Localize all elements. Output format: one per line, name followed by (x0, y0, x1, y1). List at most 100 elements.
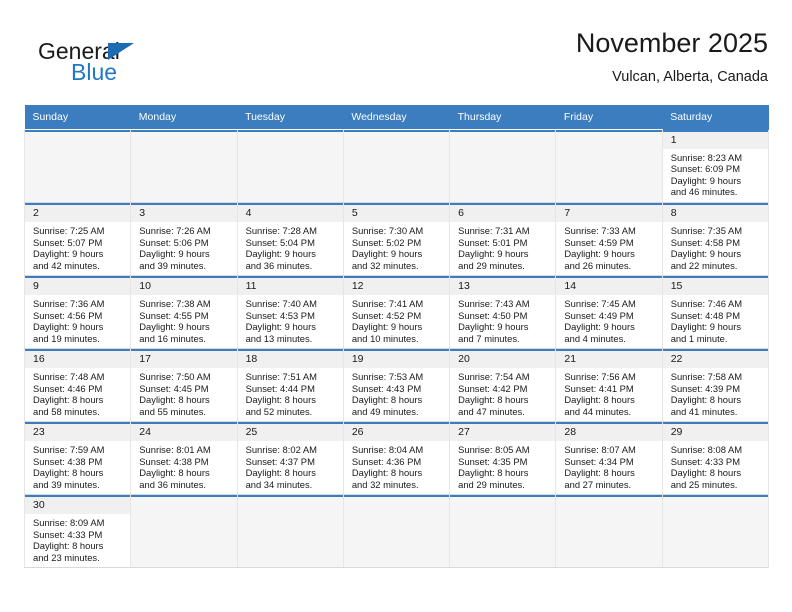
calendar-day-cell[interactable]: 19 Sunrise: 7:53 AM Sunset: 4:43 PM Dayligh… (342, 348, 451, 422)
day-detail-daylight-line1: Daylight: 8 hours (139, 467, 210, 479)
calendar-day-cell[interactable]: 23 Sunrise: 7:59 AM Sunset: 4:38 PM Dayligh… (23, 421, 132, 495)
calendar-day-cell[interactable]: 13 Sunrise: 7:43 AM Sunset: 4:50 PM Dayligh… (449, 275, 557, 349)
day-number: 15 (662, 276, 768, 295)
day-detail-daylight-line2: and 36 minutes. (245, 259, 313, 271)
calendar-day-cell[interactable]: 5 Sunrise: 7:30 AM Sunset: 5:02 PM Daylight… (342, 202, 451, 276)
calendar-day-cell[interactable]: 20 Sunrise: 7:54 AM Sunset: 4:42 PM Dayligh… (449, 348, 557, 422)
day-detail-sunset: Sunset: 4:34 PM (564, 455, 634, 467)
day-details: Sunrise: 7:58 AM Sunset: 4:39 PM Daylight:… (663, 368, 768, 417)
day-detail-sunrise: Sunrise: 7:30 AM (351, 225, 424, 236)
day-details: Sunrise: 7:38 AM Sunset: 4:55 PM Daylight:… (131, 295, 236, 344)
day-detail-sunset: Sunset: 4:49 PM (564, 309, 634, 321)
calendar-body: 1 Sunrise: 8:23 AM Sunset: 6:09 PM Daylight… (23, 129, 770, 568)
day-detail-daylight-line1: Daylight: 9 hours (245, 321, 316, 333)
calendar-day-cell[interactable]: 22 Sunrise: 7:58 AM Sunset: 4:39 PM Dayligh… (661, 348, 770, 422)
calendar-day-cell[interactable]: 17 Sunrise: 7:50 AM Sunset: 4:45 PM Dayligh… (130, 348, 238, 422)
day-detail-sunrise: Sunrise: 8:04 AM (351, 444, 424, 455)
day-number: 21 (556, 349, 662, 368)
calendar-day-cell[interactable]: 10 Sunrise: 7:38 AM Sunset: 4:55 PM Dayligh… (130, 275, 238, 349)
day-number: 7 (556, 203, 662, 222)
calendar-day-cell[interactable]: 26 Sunrise: 8:04 AM Sunset: 4:36 PM Dayligh… (342, 421, 451, 495)
calendar-day-cell[interactable]: 6 Sunrise: 7:31 AM Sunset: 5:01 PM Daylight… (449, 202, 557, 276)
calendar-day-cell[interactable]: 8 Sunrise: 7:35 AM Sunset: 4:58 PM Daylight… (661, 202, 770, 276)
day-detail-daylight-line1: Daylight: 9 hours (458, 248, 529, 260)
calendar-day-content: 2 Sunrise: 7:25 AM Sunset: 5:07 PM Daylight… (25, 203, 131, 275)
day-number: 16 (25, 349, 131, 368)
calendar-week-row: 9 Sunrise: 7:36 AM Sunset: 4:56 PM Daylight… (23, 275, 770, 349)
calendar-day-cell[interactable]: 21 Sunrise: 7:56 AM Sunset: 4:41 PM Dayligh… (555, 348, 663, 422)
day-detail-sunset: Sunset: 4:38 PM (139, 455, 209, 467)
day-detail-daylight-line2: and 26 minutes. (564, 259, 632, 271)
day-number-bar (343, 495, 450, 514)
calendar-day-cell[interactable]: 12 Sunrise: 7:41 AM Sunset: 4:52 PM Dayligh… (342, 275, 451, 349)
calendar-day-content: 13 Sunrise: 7:43 AM Sunset: 4:50 PM Dayligh… (450, 276, 556, 348)
calendar-day-cell[interactable]: 30 Sunrise: 8:09 AM Sunset: 4:33 PM Dayligh… (23, 494, 132, 568)
day-detail-daylight-line1: Daylight: 8 hours (351, 467, 423, 479)
calendar-day-cell[interactable]: 4 Sunrise: 7:28 AM Sunset: 5:04 PM Daylight… (236, 202, 344, 276)
day-detail-sunset: Sunset: 4:59 PM (564, 236, 634, 248)
day-number: 18 (237, 349, 343, 368)
weekday-header-row: Sunday Monday Tuesday Wednesday Thursday… (24, 105, 769, 130)
day-detail-sunrise: Sunrise: 7:56 AM (564, 371, 636, 382)
day-detail-sunset: Sunset: 4:42 PM (458, 382, 528, 394)
calendar-day-cell[interactable]: 24 Sunrise: 8:01 AM Sunset: 4:38 PM Dayligh… (130, 421, 238, 495)
day-detail-daylight-line1: Daylight: 8 hours (564, 467, 635, 479)
day-detail-daylight-line2: and 29 minutes. (458, 478, 525, 490)
calendar-cell-empty (661, 494, 770, 568)
calendar-day-cell[interactable]: 25 Sunrise: 8:02 AM Sunset: 4:37 PM Dayligh… (236, 421, 344, 495)
calendar-day-cell[interactable]: 1 Sunrise: 8:23 AM Sunset: 6:09 PM Daylight… (661, 129, 770, 203)
day-detail-sunrise: Sunrise: 7:45 AM (564, 298, 636, 309)
calendar-day-cell[interactable]: 29 Sunrise: 8:08 AM Sunset: 4:33 PM Dayligh… (661, 421, 770, 495)
day-number: 2 (25, 203, 131, 222)
calendar-day-cell[interactable]: 15 Sunrise: 7:46 AM Sunset: 4:48 PM Dayligh… (661, 275, 770, 349)
general-blue-logo[interactable]: General Blue (38, 38, 238, 94)
calendar-day-content: 15 Sunrise: 7:46 AM Sunset: 4:48 PM Dayligh… (662, 276, 768, 348)
day-number-bar (237, 495, 343, 514)
day-detail-daylight-line1: Daylight: 8 hours (33, 467, 104, 479)
calendar-day-cell[interactable]: 9 Sunrise: 7:36 AM Sunset: 4:56 PM Daylight… (23, 275, 132, 349)
calendar-day-cell[interactable]: 11 Sunrise: 7:40 AM Sunset: 4:53 PM Dayligh… (236, 275, 344, 349)
calendar-day-cell[interactable]: 14 Sunrise: 7:45 AM Sunset: 4:49 PM Dayligh… (555, 275, 663, 349)
day-details: Sunrise: 8:04 AM Sunset: 4:36 PM Daylight:… (344, 441, 449, 490)
calendar-day-cell[interactable]: 27 Sunrise: 8:05 AM Sunset: 4:35 PM Dayligh… (449, 421, 557, 495)
day-detail-sunrise: Sunrise: 7:33 AM (564, 225, 636, 236)
calendar-cell-empty (342, 129, 451, 203)
day-details: Sunrise: 7:50 AM Sunset: 4:45 PM Daylight:… (131, 368, 236, 417)
weekday-header-saturday: Saturday (662, 105, 769, 130)
day-detail-sunset: Sunset: 4:44 PM (245, 382, 315, 394)
calendar-day-cell[interactable]: 28 Sunrise: 8:07 AM Sunset: 4:34 PM Dayligh… (555, 421, 663, 495)
day-details: Sunrise: 8:07 AM Sunset: 4:34 PM Daylight:… (556, 441, 661, 490)
day-detail-daylight-line1: Daylight: 8 hours (33, 394, 104, 406)
day-detail-sunset: Sunset: 4:35 PM (458, 455, 528, 467)
day-detail-daylight-line2: and 23 minutes. (33, 551, 100, 563)
day-details: Sunrise: 7:53 AM Sunset: 4:43 PM Daylight:… (344, 368, 449, 417)
calendar-day-cell[interactable]: 18 Sunrise: 7:51 AM Sunset: 4:44 PM Dayligh… (236, 348, 344, 422)
day-detail-daylight-line1: Daylight: 8 hours (564, 394, 635, 406)
day-number-bar (131, 495, 237, 514)
calendar-day-content: 11 Sunrise: 7:40 AM Sunset: 4:53 PM Dayligh… (237, 276, 343, 348)
day-number: 17 (131, 349, 237, 368)
calendar-day-content: 27 Sunrise: 8:05 AM Sunset: 4:35 PM Dayligh… (450, 422, 556, 494)
day-detail-daylight-line1: Daylight: 9 hours (33, 248, 104, 260)
day-detail-sunrise: Sunrise: 7:41 AM (351, 298, 424, 309)
day-number: 30 (25, 495, 131, 514)
calendar-day-cell[interactable]: 16 Sunrise: 7:48 AM Sunset: 4:46 PM Dayligh… (23, 348, 132, 422)
day-detail-sunrise: Sunrise: 8:09 AM (33, 517, 105, 528)
page-subtitle: Vulcan, Alberta, Canada (612, 69, 768, 85)
day-details: Sunrise: 8:08 AM Sunset: 4:33 PM Daylight:… (663, 441, 768, 490)
calendar-day-content: 25 Sunrise: 8:02 AM Sunset: 4:37 PM Dayligh… (237, 422, 343, 494)
weekday-header-friday: Friday (555, 105, 663, 130)
day-details: Sunrise: 8:23 AM Sunset: 6:09 PM Daylight:… (663, 149, 768, 198)
calendar-day-content: 14 Sunrise: 7:45 AM Sunset: 4:49 PM Dayligh… (556, 276, 662, 348)
calendar-day-cell[interactable]: 3 Sunrise: 7:26 AM Sunset: 5:06 PM Daylight… (130, 202, 238, 276)
day-number-bar (131, 130, 237, 149)
calendar-day-cell[interactable]: 7 Sunrise: 7:33 AM Sunset: 4:59 PM Daylight… (555, 202, 663, 276)
day-detail-daylight-line1: Daylight: 9 hours (245, 248, 316, 260)
day-detail-sunrise: Sunrise: 7:48 AM (33, 371, 105, 382)
day-number: 29 (662, 422, 768, 441)
day-details: Sunrise: 7:26 AM Sunset: 5:06 PM Daylight:… (131, 222, 236, 271)
calendar-cell-empty (130, 129, 238, 203)
weekday-header-thursday: Thursday (449, 105, 556, 130)
calendar-day-cell[interactable]: 2 Sunrise: 7:25 AM Sunset: 5:07 PM Daylight… (23, 202, 132, 276)
calendar-cell-empty (342, 494, 451, 568)
